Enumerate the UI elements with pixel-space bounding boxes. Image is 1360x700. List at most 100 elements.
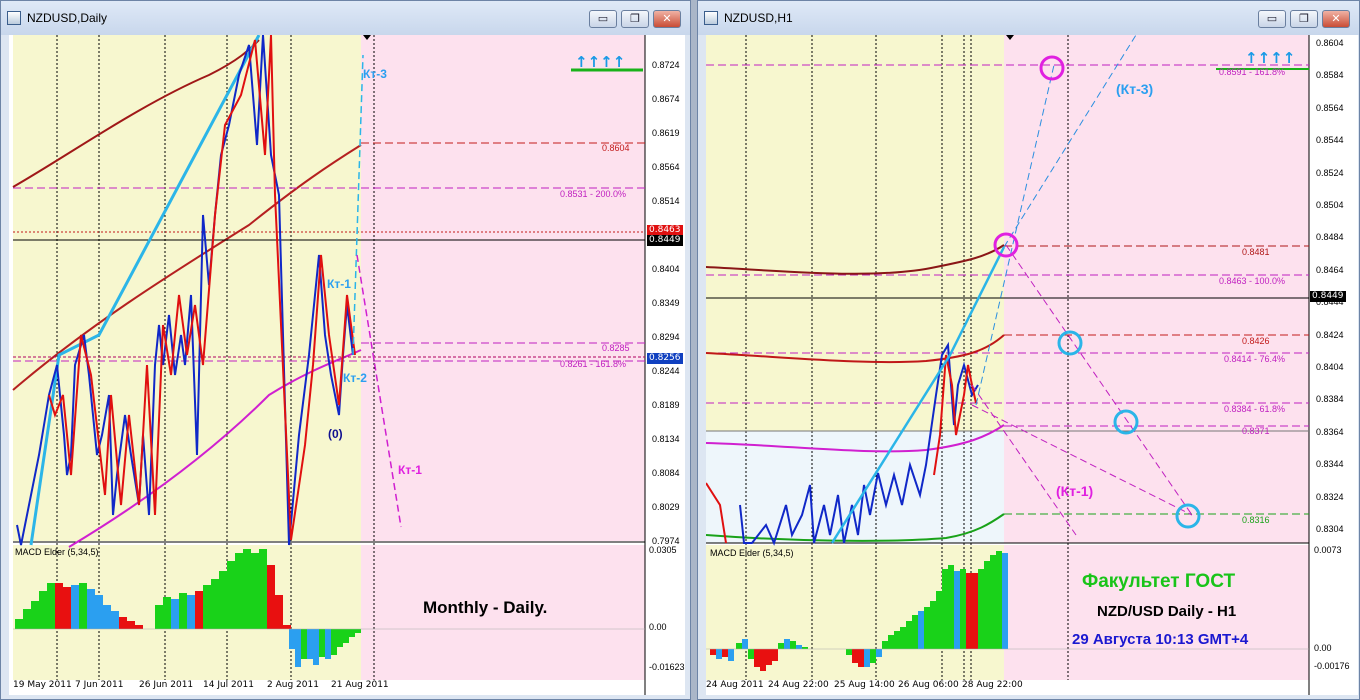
price-scale-label: 0.8344 [1316, 459, 1344, 470]
annotation-kt2: Кт-2 [343, 371, 367, 385]
time-axis-label: 7 Jun 2011 [75, 680, 124, 690]
annotation-kt1: Кт-1 [327, 277, 351, 291]
level-label-0.8604: 0.8604 [602, 143, 630, 153]
level-label-0.8261: 0.8261 - 161.8% [560, 359, 627, 369]
price-scale-label: 0.8134 [652, 434, 680, 444]
macd-scale-zero: 0.00 [649, 622, 667, 632]
price-scale-label: 0.8584 [1316, 70, 1344, 81]
time-axis-label: 26 Aug 06:00 [898, 680, 959, 690]
price-scale-label: 0.8604 [1316, 38, 1344, 48]
level-label-0.8285: 0.8285 [602, 343, 630, 353]
price-scale-label: 0.8524 [1316, 167, 1344, 178]
time-axis-label: 25 Aug 14:00 [834, 680, 895, 690]
price-scale-label: 0.8504 [1316, 200, 1344, 210]
macd-scale-zero: 0.00 [1314, 643, 1332, 653]
macd-title: MACD Elder (5,34,5) [15, 547, 99, 557]
time-axis-label: 28 Aug 22:00 [962, 680, 1023, 690]
restore-button[interactable]: ❐ [621, 10, 649, 28]
macd-scale-top: 0.0305 [649, 545, 677, 555]
right-price-chart[interactable]: ↑↑↑↑ 0.8604 0.8584 0.8564 0.8544 0.8524 … [706, 35, 1358, 695]
time-axis-label: 21 Aug 2011 [331, 680, 389, 690]
time-axis-label: 19 May 2011 [13, 680, 72, 690]
level-label-0.8414: 0.8414 - 76.4% [1224, 354, 1286, 364]
close-button[interactable]: ✕ [653, 10, 681, 28]
level-label-0.8591: 0.8591 - 161.8% [1219, 67, 1286, 77]
up-arrows-icon: ↑↑↑↑ [1245, 49, 1295, 67]
close-button[interactable]: ✕ [1322, 10, 1350, 28]
right-titlebar[interactable]: NZDUSD,H1 ▭ ❐ ✕ [698, 1, 1359, 35]
macd-scale-bottom: -0.00176 [1314, 661, 1350, 671]
price-scale-label: 0.8304 [1316, 524, 1344, 534]
time-axis-label: 2 Aug 2011 [267, 680, 319, 690]
time-axis-label: 24 Aug 2011 [706, 680, 764, 690]
level-label-0.8316: 0.8316 [1242, 515, 1270, 525]
right-chart-svg: ↑↑↑↑ [706, 35, 1310, 695]
overlay-pair: NZD/USD Daily - H1 [1097, 603, 1237, 620]
price-tag-black: 0.8449 [1310, 291, 1346, 302]
price-scale-label: 0.8544 [1316, 135, 1344, 146]
annotation-kt3: (Кт-3) [1116, 81, 1154, 97]
macd-title: MACD Elder (5,34,5) [710, 548, 794, 558]
left-chart-window[interactable]: NZDUSD,Daily ▭ ❐ ✕ ↑↑↑↑ 0.8724 0.8674 0.… [0, 0, 691, 700]
price-tag-black: 0.8449 [647, 235, 683, 246]
chart-window-icon [7, 11, 21, 25]
price-scale-label: 0.8324 [1316, 491, 1344, 502]
svg-text:↑↑↑↑: ↑↑↑↑ [1245, 49, 1295, 67]
left-price-scale[interactable]: 0.87240.86740.86190.85640.85140.84590.84… [646, 35, 685, 546]
macd-scale-bottom: -0.01623 [649, 662, 685, 672]
price-scale-label: 0.8619 [652, 128, 680, 138]
price-scale-label: 0.8564 [652, 162, 680, 172]
price-scale-label: 0.8404 [652, 264, 680, 274]
time-axis-label: 14 Jul 2011 [203, 680, 254, 690]
level-label-0.8531: 0.8531 - 200.0% [560, 189, 627, 199]
annotation-kt1: (Кт-1) [1056, 483, 1094, 499]
pink-zone [1004, 35, 1309, 543]
time-axis-label: 24 Aug 22:00 [768, 680, 829, 690]
left-titlebar[interactable]: NZDUSD,Daily ▭ ❐ ✕ [1, 1, 690, 35]
left-window-title: NZDUSD,Daily [27, 11, 108, 25]
right-chart-window[interactable]: NZDUSD,H1 ▭ ❐ ✕ ↑↑↑↑ 0.8604 0.8584 0.856… [697, 0, 1360, 700]
price-scale-label: 0.8029 [652, 502, 680, 512]
price-scale-label: 0.8404 [1316, 362, 1344, 372]
price-tag-blue: 0.8256 [647, 353, 683, 364]
macd-scale-top: 0.0073 [1314, 545, 1342, 555]
level-label-0.8463: 0.8463 - 100.0% [1219, 276, 1286, 286]
price-scale-label: 0.8349 [652, 298, 680, 308]
left-price-chart[interactable]: ↑↑↑↑ 0.8724 0.8674 0.8619 0.8564 0.8514 … [9, 35, 685, 695]
chart-window-icon [704, 11, 718, 25]
right-price-scale[interactable]: 0.8604 0.8584 0.8564 0.8544 0.8524 0.8504 0.84… [1310, 35, 1358, 543]
price-scale-label: 0.8384 [1316, 394, 1344, 405]
level-label-0.8426: 0.8426 [1242, 336, 1270, 346]
right-window-title: NZDUSD,H1 [724, 11, 793, 25]
price-scale-label: 0.8564 [1316, 102, 1344, 113]
level-label-0.8481: 0.8481 [1242, 247, 1270, 257]
time-axis-label: 26 Jun 2011 [139, 680, 194, 690]
yellow-zone [706, 35, 1004, 431]
price-scale-label: 0.8294 [652, 332, 680, 342]
price-scale-label: 0.8484 [1316, 232, 1344, 243]
price-scale-label: 0.8364 [1316, 426, 1344, 437]
up-arrows-icon: ↑↑↑↑ [575, 53, 625, 71]
level-label-0.8384: 0.8384 - 61.8% [1224, 404, 1286, 414]
price-scale-label: 0.8189 [652, 400, 680, 410]
level-label-0.8371: 0.8371 [1242, 426, 1270, 436]
price-scale-label: 0.8724 [652, 60, 680, 70]
overlay-faculty: Факультет ГОСТ [1082, 571, 1236, 592]
annotation-kt3: Кт-3 [363, 67, 387, 81]
minimize-button[interactable]: ▭ [1258, 10, 1286, 28]
yellow-zone [13, 35, 361, 541]
price-scale-label: 0.8084 [652, 468, 680, 478]
annotation-kt1-pink: Кт-1 [398, 463, 422, 477]
minimize-button[interactable]: ▭ [589, 10, 617, 28]
price-scale-label: 0.8424 [1316, 329, 1344, 340]
price-scale-label: 0.8674 [652, 94, 680, 104]
overlay-monthly-daily: Monthly - Daily. [423, 598, 548, 617]
lightblue-zone [706, 431, 1004, 543]
restore-button[interactable]: ❐ [1290, 10, 1318, 28]
svg-text:↑↑↑↑: ↑↑↑↑ [575, 53, 625, 71]
price-scale-label: 0.8514 [652, 196, 680, 206]
annotation-zero: (0) [328, 427, 343, 441]
overlay-date: 29 Августа 10:13 GMT+4 [1072, 631, 1249, 648]
price-scale-label: 0.8464 [1316, 264, 1344, 275]
price-scale-label: 0.8244 [652, 366, 680, 376]
